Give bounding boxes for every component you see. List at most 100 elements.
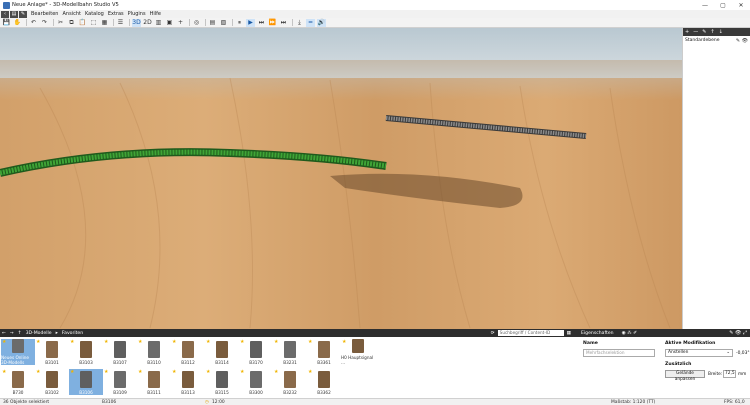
catalog-item[interactable]: ★ B3106 (69, 369, 103, 395)
end-icon[interactable]: ⏭ (279, 19, 288, 27)
catalog-item[interactable]: ★ B3231 (273, 339, 307, 365)
remove-layer-icon[interactable]: — (693, 29, 698, 35)
play-icon[interactable]: ▶ (246, 18, 255, 27)
favorite-star-icon[interactable]: ★ (70, 369, 74, 375)
favorite-star-icon[interactable]: ★ (172, 369, 176, 375)
properties-tab-icons[interactable]: ◉ ⁂ ✐ (622, 331, 637, 336)
favorite-star-icon[interactable]: ★ (36, 339, 40, 345)
favorite-star-icon[interactable]: ★ (308, 369, 312, 375)
sound-icon[interactable]: 🔊 (317, 18, 326, 27)
breadcrumb-current[interactable]: Favoriten (62, 331, 83, 336)
favorite-star-icon[interactable]: ★ (240, 369, 244, 375)
doc-icon[interactable]: ▤ (208, 19, 217, 27)
menu-katalog[interactable]: Katalog (85, 11, 104, 17)
menu-extras[interactable]: Extras (108, 11, 124, 17)
grid-view-icon[interactable]: ▦ (567, 331, 571, 336)
catalog-item[interactable]: ★ B3107 (103, 339, 137, 365)
catalog-item[interactable]: ★ B3114 (205, 339, 239, 365)
table-icon[interactable]: ▥ (154, 19, 163, 27)
favorite-star-icon[interactable]: ★ (70, 339, 74, 345)
catalog-item[interactable]: ★ B3362 (307, 369, 341, 395)
redo-icon[interactable]: ↷ (40, 19, 49, 27)
catalog-item[interactable]: ★ H0 Hauptsignal ... (341, 339, 375, 365)
maximize-button[interactable]: ▢ (714, 2, 732, 9)
catalog-item[interactable]: ★ B3115 (205, 369, 239, 395)
layer-icon[interactable]: ▤ (10, 10, 18, 18)
adjust-terrain-button[interactable]: Gelände anpassen (665, 370, 705, 382)
catalog-item[interactable]: ★ B3232 (273, 369, 307, 395)
catalog-item[interactable]: ★ B3109 (103, 369, 137, 395)
catalog-item[interactable]: ★ B3102 (35, 369, 69, 395)
favorite-star-icon[interactable]: ★ (2, 339, 6, 345)
favorite-star-icon[interactable]: ★ (206, 369, 210, 375)
catalog-item[interactable]: ★ B3111 (137, 369, 171, 395)
favorite-star-icon[interactable]: ★ (274, 339, 278, 345)
move-down-icon[interactable]: ↓ (719, 29, 723, 35)
favorite-star-icon[interactable]: ★ (138, 339, 142, 345)
favorite-star-icon[interactable]: ★ (172, 339, 176, 345)
favorite-star-icon[interactable]: ★ (104, 339, 108, 345)
refresh-icon[interactable]: ⟳ (491, 331, 495, 336)
visibility-icon[interactable]: ✎ 👁 (736, 38, 748, 44)
camera-icon[interactable]: ▣ (165, 19, 174, 27)
favorite-star-icon[interactable]: ★ (104, 369, 108, 375)
add-layer-icon[interactable]: + (685, 29, 689, 35)
catalog-item[interactable]: ★ B3113 (171, 369, 205, 395)
catalog-item[interactable]: ★ B3361 (307, 339, 341, 365)
properties-options-icon[interactable]: ✎ 👁 ⤢ (729, 330, 747, 336)
catalog-item[interactable]: ★ B3103 (69, 339, 103, 365)
catalog-search-input[interactable]: Suchbegriff / Content-ID (497, 330, 564, 336)
save-icon[interactable]: 💾 (2, 19, 11, 27)
select-icon[interactable]: ⬚ (89, 19, 98, 27)
name-input[interactable]: Mehrfachselektion (583, 349, 655, 357)
step-icon[interactable]: ⏭ (257, 19, 266, 27)
favorite-star-icon[interactable]: ★ (36, 369, 40, 375)
catalog-item[interactable]: ★ Neues Online 3D-Modells (1, 339, 35, 365)
catalog-item[interactable]: ★ B730 (1, 369, 35, 395)
fast-forward-icon[interactable]: ⏩ (268, 19, 277, 27)
layer-row[interactable]: Standardebene ✎ 👁 (683, 36, 750, 45)
target-icon[interactable]: ◎ (192, 19, 201, 27)
menu-hilfe[interactable]: Hilfe (150, 11, 161, 17)
menu-plugins[interactable]: Plugins (128, 11, 146, 17)
catalog-item[interactable]: ★ B3110 (137, 339, 171, 365)
breadcrumb-root[interactable]: 3D-Modelle (26, 331, 52, 336)
favorite-star-icon[interactable]: ★ (206, 339, 210, 345)
catalog-item[interactable]: ★ B3101 (35, 339, 69, 365)
move-up-icon[interactable]: ↑ (710, 29, 714, 35)
track-icon[interactable]: ═ (306, 18, 315, 27)
pause-icon[interactable]: ⏸ (235, 19, 244, 27)
nav-back-icon[interactable]: ← (2, 331, 6, 336)
nav-up-icon[interactable]: ↑ (18, 331, 22, 336)
minimize-button[interactable]: — (696, 2, 714, 9)
favorite-star-icon[interactable]: ★ (2, 369, 6, 375)
favorite-star-icon[interactable]: ★ (342, 339, 346, 345)
3d-viewport[interactable] (0, 28, 682, 329)
add-icon[interactable]: + (176, 19, 185, 27)
hand-icon[interactable]: ✋ (13, 19, 22, 27)
layout-icon[interactable]: ▧ (219, 19, 228, 27)
menu-bearbeiten[interactable]: Bearbeiten (31, 11, 58, 17)
edit-layer-icon[interactable]: ✎ (702, 29, 706, 35)
download-icon[interactable]: ⤓ (295, 19, 304, 27)
catalog-item[interactable]: ★ B3112 (171, 339, 205, 365)
grid-icon[interactable]: ▦ (100, 19, 109, 27)
2d-view-icon[interactable]: 2D (143, 19, 152, 27)
list-icon[interactable]: ☰ (116, 19, 125, 27)
modification-select[interactable]: Anstellen ⌄ (665, 349, 733, 357)
favorite-star-icon[interactable]: ★ (240, 339, 244, 345)
catalog-item[interactable]: ★ B3170 (239, 339, 273, 365)
favorite-star-icon[interactable]: ★ (138, 369, 142, 375)
close-button[interactable]: ✕ (732, 2, 750, 9)
pen-icon[interactable]: ✎ (19, 10, 27, 18)
3d-view-icon[interactable]: 3D (132, 18, 141, 27)
catalog-item[interactable]: ★ B3300 (239, 369, 273, 395)
favorite-star-icon[interactable]: ★ (274, 369, 278, 375)
nav-forward-icon[interactable]: → (10, 331, 14, 336)
menu-ansicht[interactable]: Ansicht (62, 11, 80, 17)
undo-icon[interactable]: ↶ (29, 19, 38, 27)
paste-icon[interactable]: 📋 (78, 19, 87, 27)
back-icon[interactable]: ‹ (1, 10, 9, 18)
copy-icon[interactable]: ⧉ (67, 19, 76, 27)
cut-icon[interactable]: ✂ (56, 19, 65, 27)
